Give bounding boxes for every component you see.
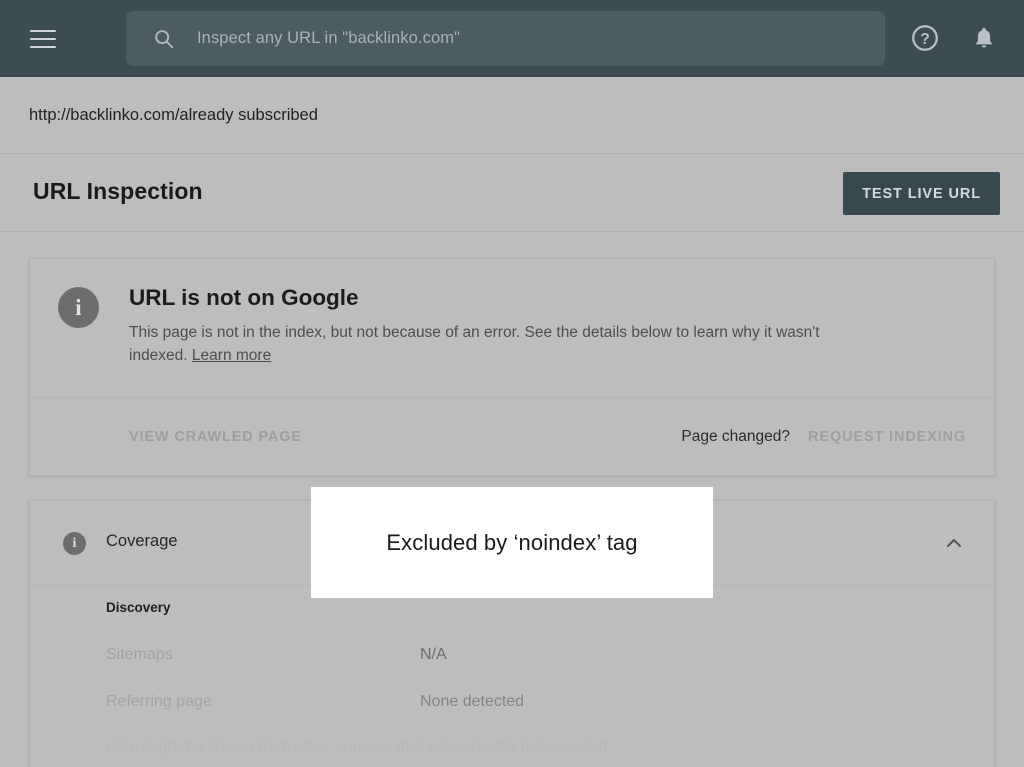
page-title: URL Inspection [33,178,203,205]
request-indexing-button[interactable]: REQUEST INDEXING [808,429,966,445]
app-bar: Inspect any URL in "backlinko.com" ? [0,0,1024,77]
view-crawled-page-button[interactable]: VIEW CRAWLED PAGE [129,429,302,445]
info-icon: i [58,287,99,328]
discovery-section-title: Discovery [106,600,171,615]
chevron-up-icon[interactable] [942,531,966,555]
help-circle-icon[interactable]: ? [910,23,940,53]
learn-more-link[interactable]: Learn more [192,347,271,364]
svg-text:?: ? [920,31,930,48]
search-icon [153,28,175,50]
hamburger-line [30,46,56,48]
url-status-body: i URL is not on Google This page is not … [30,259,994,398]
search-input[interactable]: Inspect any URL in "backlinko.com" [126,11,885,66]
url-status-description: This page is not in the index, but not b… [129,321,849,367]
hamburger-menu-icon[interactable] [30,30,56,48]
discovery-note: URL might be known from other sources th… [106,738,611,756]
inspected-url-bar: http://backlinko.com/already subscribed [0,77,1024,154]
inspected-url-text: http://backlinko.com/already subscribed [29,106,318,125]
page-changed-label: Page changed? [681,428,790,446]
url-status-card: i URL is not on Google This page is not … [29,258,995,476]
detail-key: Referring page [106,693,212,711]
page-header: URL Inspection TEST LIVE URL [0,155,1024,232]
detail-key: Sitemaps [106,646,173,664]
url-inspection-page: Inspect any URL in "backlinko.com" ? htt… [0,0,1024,767]
test-live-url-button[interactable]: TEST LIVE URL [843,172,1000,215]
info-icon: i [63,532,86,555]
bell-icon[interactable] [970,23,998,53]
highlight-callout: Excluded by ‘noindex’ tag [311,487,713,598]
search-placeholder-text: Inspect any URL in "backlinko.com" [197,29,460,48]
url-status-title: URL is not on Google [129,285,359,311]
url-status-actions: VIEW CRAWLED PAGE Page changed? REQUEST … [30,398,994,475]
highlight-callout-text: Excluded by ‘noindex’ tag [386,530,637,556]
coverage-label: Coverage [106,532,178,551]
detail-value: None detected [420,693,524,711]
hamburger-line [30,30,56,32]
detail-value: N/A [420,646,447,664]
hamburger-line [30,38,56,40]
